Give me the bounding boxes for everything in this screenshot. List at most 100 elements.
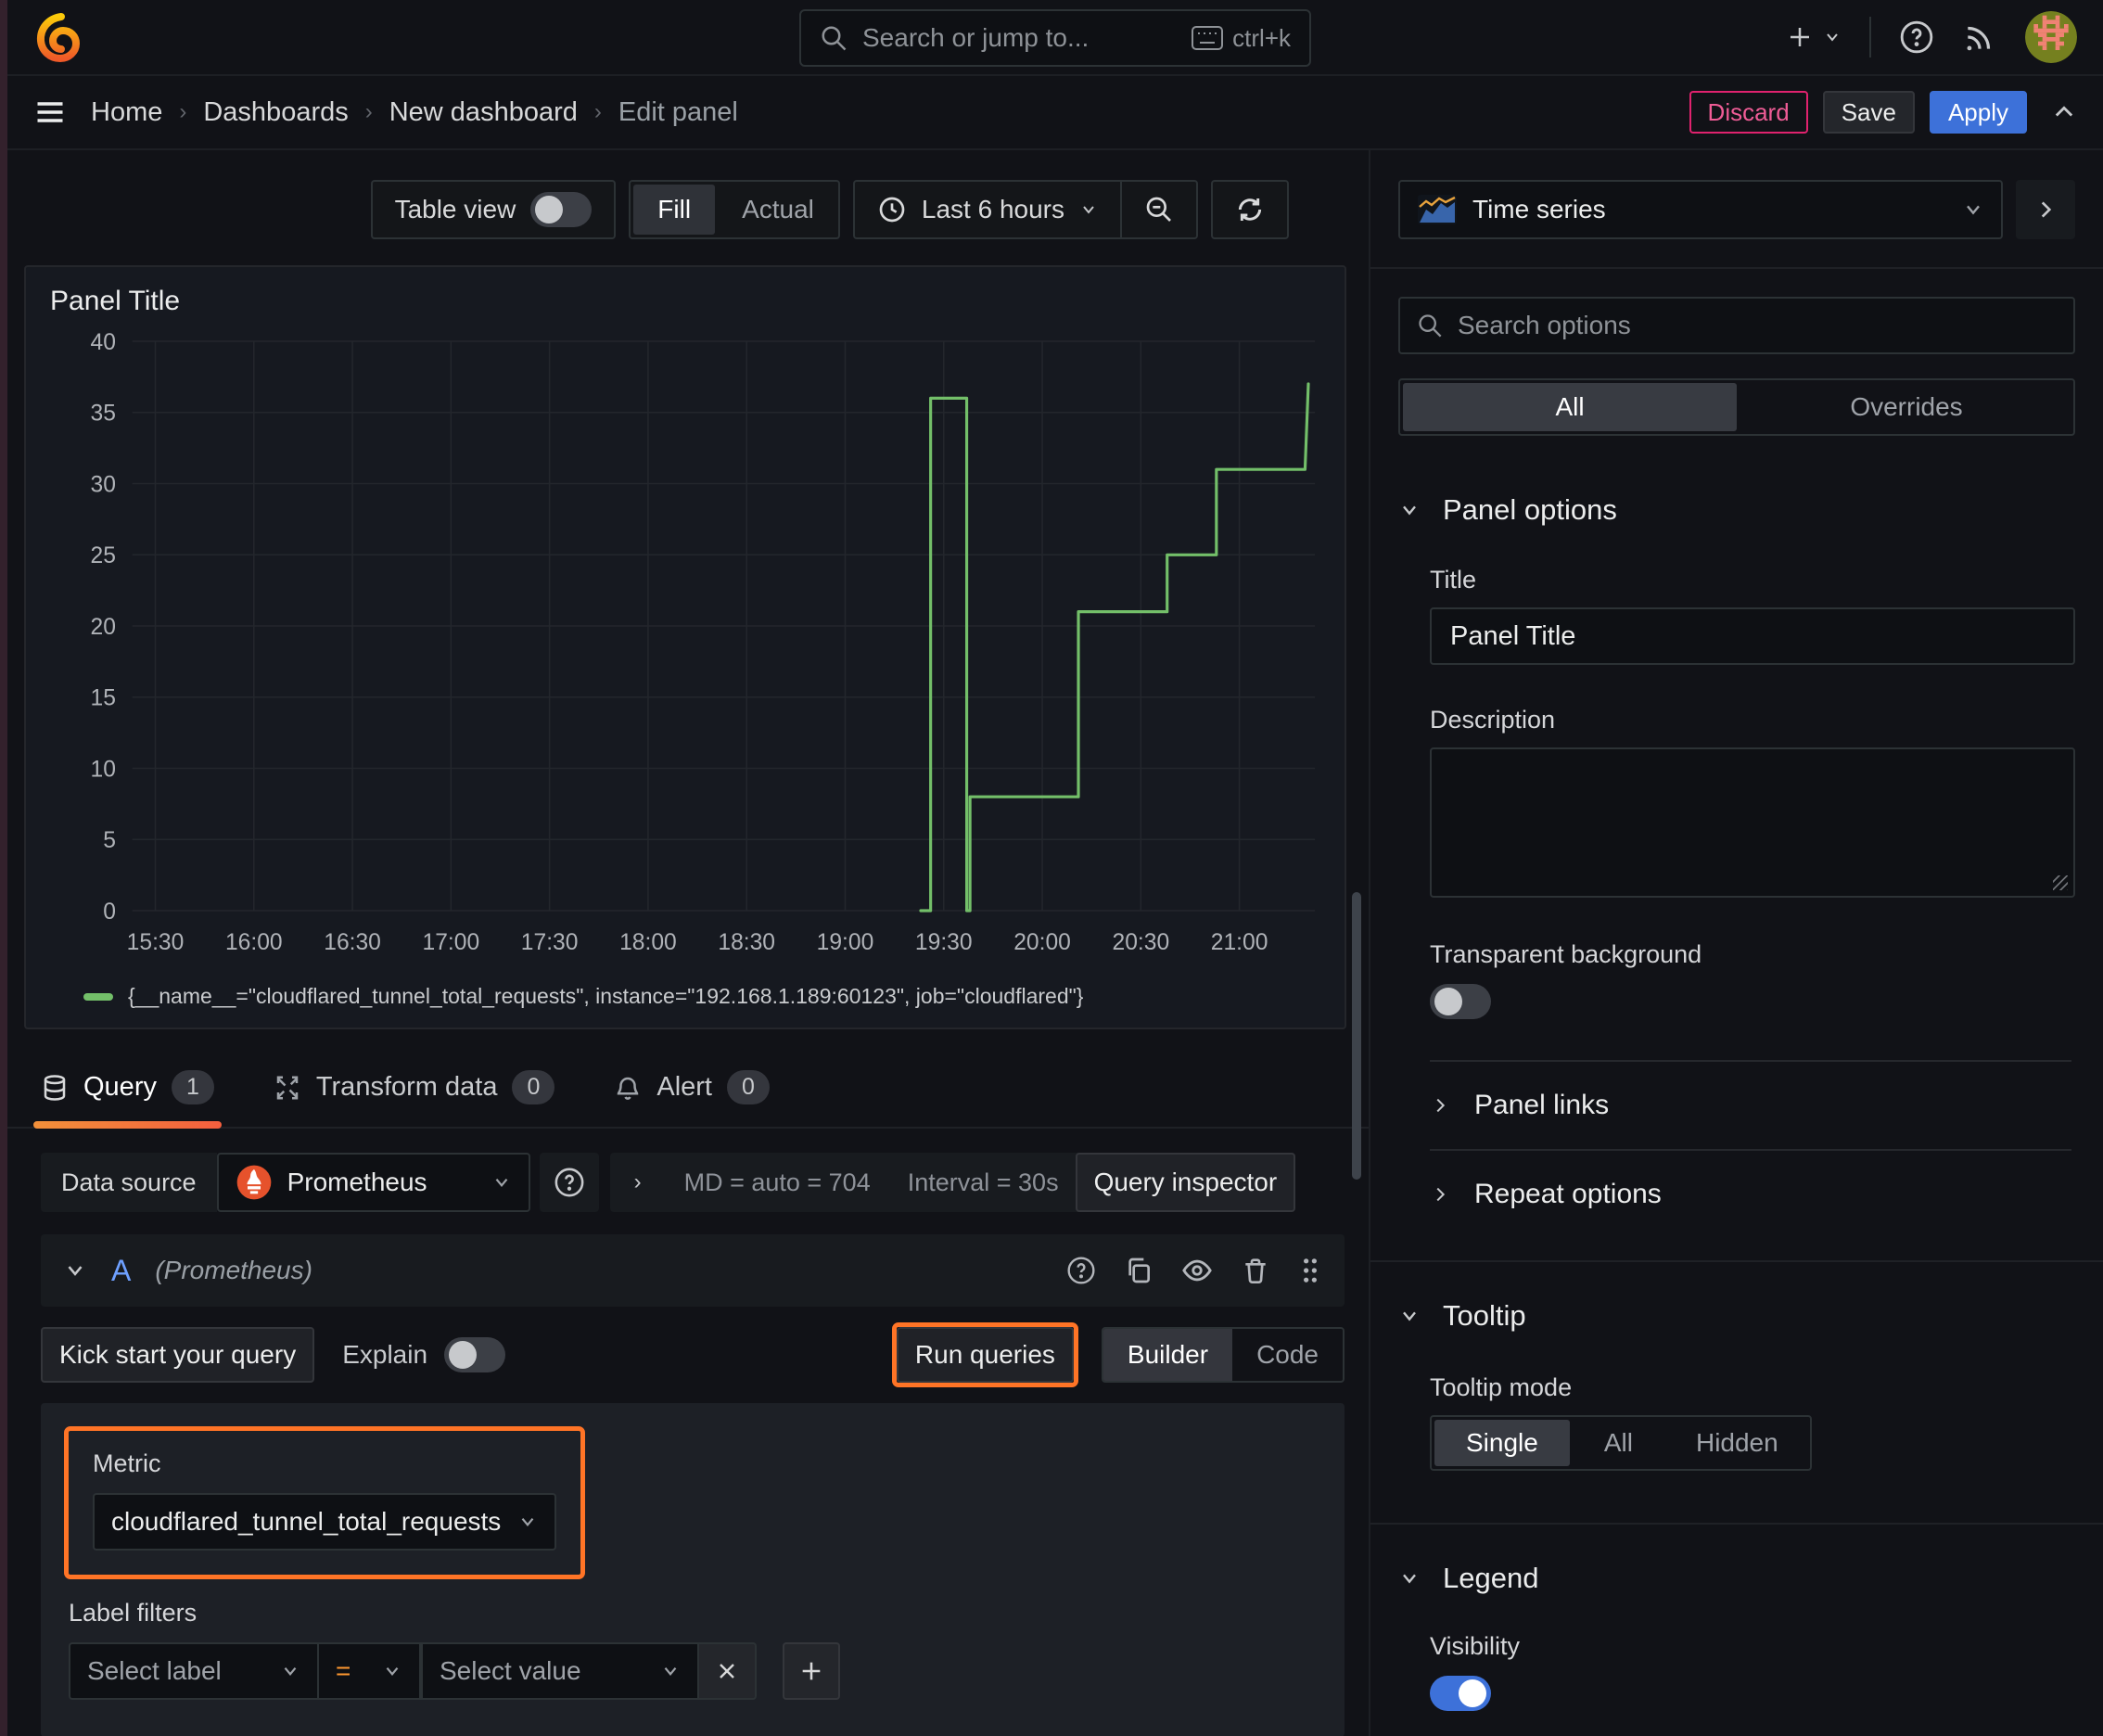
svg-text:16:00: 16:00 [225, 930, 283, 955]
tab-alert[interactable]: Alert 0 [614, 1070, 770, 1127]
refresh-button[interactable] [1211, 180, 1289, 239]
fill-option[interactable]: Fill [633, 185, 716, 235]
table-view-toggle[interactable] [530, 192, 593, 227]
breadcrumb-home[interactable]: Home [91, 97, 162, 128]
panel-options-section[interactable]: Panel options [1398, 493, 2075, 527]
user-avatar[interactable] [2025, 11, 2077, 63]
bell-icon [614, 1074, 642, 1102]
legend-section[interactable]: Legend [1398, 1562, 2075, 1595]
svg-text:18:30: 18:30 [718, 930, 775, 955]
datasource-name: Prometheus [287, 1168, 427, 1196]
window-edge [0, 0, 7, 1736]
global-search[interactable]: Search or jump to... ctrl+k [799, 9, 1311, 67]
chevron-right-icon [2041, 201, 2052, 218]
save-button[interactable]: Save [1822, 91, 1915, 134]
transform-icon [274, 1074, 301, 1102]
svg-text:25: 25 [91, 543, 116, 568]
prometheus-icon [236, 1165, 271, 1200]
run-queries-button[interactable]: Run queries [896, 1327, 1074, 1383]
operator-dropdown[interactable]: = [319, 1642, 421, 1700]
search-options-input[interactable]: Search options [1398, 297, 2075, 354]
time-series-viz-icon [1418, 195, 1457, 224]
delete-query-trash-icon[interactable] [1241, 1256, 1270, 1285]
resize-grip-icon[interactable] [2053, 875, 2068, 890]
panel-links-section[interactable]: Panel links [1430, 1062, 2075, 1149]
explain-label: Explain [342, 1340, 428, 1369]
breadcrumb-dashboards[interactable]: Dashboards [203, 97, 348, 128]
collapse-sidebar-button[interactable] [2016, 180, 2075, 239]
datasource-help-button[interactable] [539, 1153, 599, 1212]
label-filter-row: Select label = Select value [69, 1642, 1317, 1700]
query-datasource-hint: (Prometheus) [155, 1256, 312, 1284]
tooltip-all-option[interactable]: All [1573, 1417, 1664, 1469]
series-label[interactable]: {__name__="cloudflared_tunnel_total_requ… [128, 984, 1083, 1009]
select-label-dropdown[interactable]: Select label [69, 1642, 319, 1700]
tab-transform-data[interactable]: Transform data 0 [274, 1070, 555, 1127]
chevron-down-icon [284, 1666, 297, 1677]
remove-filter-button[interactable] [699, 1642, 757, 1700]
query-count-badge: 1 [171, 1070, 214, 1104]
clock-icon [879, 197, 905, 223]
plus-icon [1791, 28, 1809, 46]
actual-option[interactable]: Actual [718, 195, 838, 224]
collapse-up-icon[interactable] [2051, 99, 2077, 125]
explain-toggle[interactable] [444, 1337, 506, 1372]
select-value-dropdown[interactable]: Select value [421, 1642, 699, 1700]
news-rss-icon[interactable] [1962, 19, 1997, 55]
grafana-logo-icon[interactable] [33, 11, 85, 63]
hamburger-menu-icon[interactable] [33, 96, 67, 129]
chevron-right-icon: › [364, 99, 373, 124]
duplicate-query-icon[interactable] [1124, 1256, 1153, 1285]
tab-overrides[interactable]: Overrides [1740, 380, 2073, 434]
add-new-button[interactable] [1786, 23, 1842, 51]
search-placeholder: Search or jump to... [862, 23, 1090, 52]
drag-handle-icon[interactable] [1298, 1256, 1322, 1285]
tooltip-hidden-option[interactable]: Hidden [1664, 1417, 1810, 1469]
chevron-down-icon [1083, 206, 1094, 214]
tab-query[interactable]: Query 1 [33, 1070, 222, 1129]
breadcrumb-new-dashboard[interactable]: New dashboard [389, 97, 578, 128]
description-textarea[interactable] [1430, 747, 2075, 898]
series-color-swatch [83, 992, 113, 1001]
discard-button[interactable]: Discard [1689, 91, 1808, 134]
legend-visibility-toggle[interactable] [1430, 1676, 1491, 1711]
visualization-picker[interactable]: Time series [1398, 180, 2003, 239]
search-icon [820, 24, 848, 52]
main-scrollbar[interactable] [1352, 892, 1361, 1180]
query-inspector-button[interactable]: Query inspector [1075, 1153, 1296, 1212]
query-help-icon[interactable] [1066, 1256, 1096, 1285]
code-option[interactable]: Code [1232, 1329, 1343, 1381]
time-series-chart[interactable]: 0 5 10 15 20 25 30 35 40 15:30 16:00 16:30 17:00 17:3… [50, 326, 1320, 976]
zoom-out-button[interactable] [1122, 182, 1196, 237]
svg-text:0: 0 [103, 900, 116, 925]
chevron-down-icon [1967, 205, 1980, 215]
time-range-picker[interactable]: Last 6 hours [855, 182, 1120, 237]
panel-title[interactable]: Panel Title [50, 286, 1320, 317]
tab-all[interactable]: All [1403, 383, 1737, 431]
builder-code-switch: Builder Code [1101, 1327, 1345, 1383]
plus-icon [802, 1662, 821, 1680]
breadcrumb-bar: Home › Dashboards › New dashboard › Edit… [7, 76, 2103, 150]
builder-option[interactable]: Builder [1102, 1329, 1233, 1381]
query-options-summary[interactable]: › MD = auto = 704 Interval = 30s [609, 1153, 1083, 1212]
svg-text:19:00: 19:00 [817, 930, 874, 955]
hide-query-eye-icon[interactable] [1181, 1255, 1213, 1286]
tooltip-section[interactable]: Tooltip [1398, 1299, 2075, 1333]
fill-actual-switch: Fill Actual [629, 180, 840, 239]
query-row-header[interactable]: A (Prometheus) [41, 1234, 1345, 1307]
transparent-background-toggle[interactable] [1430, 984, 1491, 1019]
metric-select[interactable]: cloudflared_tunnel_total_requests [93, 1493, 556, 1551]
help-icon[interactable] [1899, 19, 1934, 55]
add-filter-button[interactable] [783, 1642, 840, 1700]
tooltip-single-option[interactable]: Single [1434, 1420, 1570, 1466]
kick-start-query-button[interactable]: Kick start your query [41, 1327, 315, 1383]
svg-text:17:00: 17:00 [423, 930, 480, 955]
datasource-picker[interactable]: Prometheus [216, 1153, 530, 1212]
table-view-group: Table view [370, 180, 617, 239]
repeat-options-section[interactable]: Repeat options [1430, 1151, 2075, 1238]
panel-title-input[interactable]: Panel Title [1430, 607, 2075, 665]
apply-button[interactable]: Apply [1929, 91, 2027, 134]
refresh-icon [1238, 198, 1262, 221]
chevron-right-icon: › [633, 1169, 642, 1194]
chevron-down-icon [386, 1666, 399, 1677]
